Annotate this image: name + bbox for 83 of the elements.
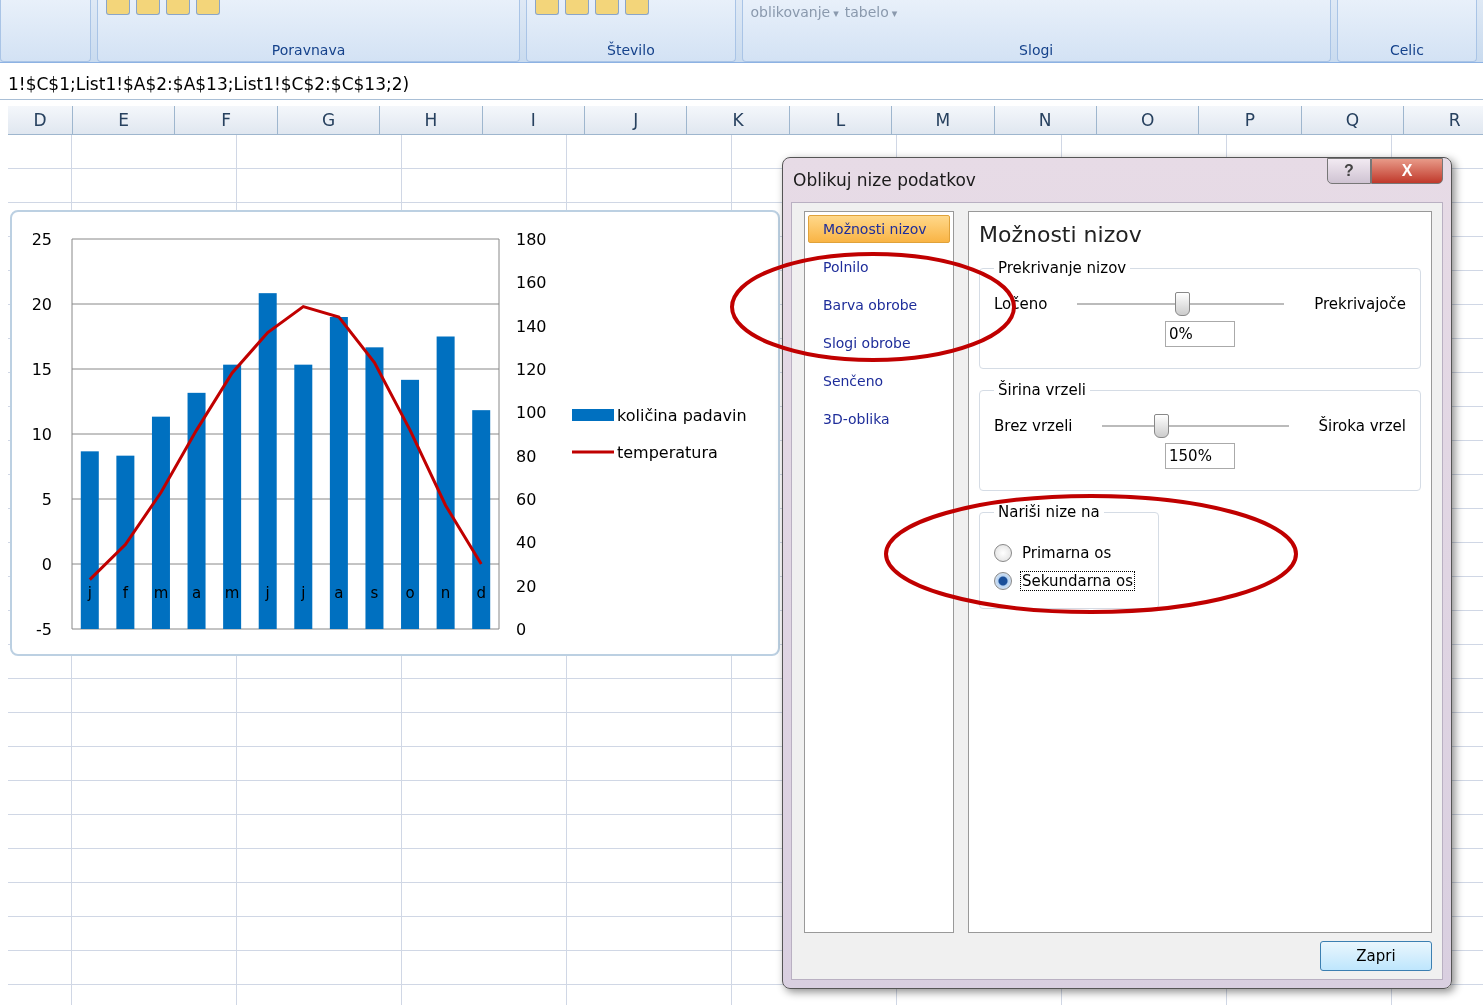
section-heading: Možnosti nizov [979,222,1143,247]
axis-tick-label: 15 [31,360,52,379]
column-header[interactable]: K [687,106,790,134]
category-label: m [224,584,240,602]
chart-area[interactable]: -5 0 5 10 15 20 25 0 20 40 60 80 100 120 140 160 180 j f m a m j j a s o n d količina padavin temperatura [10,210,780,656]
axis-tick-label: 0 [516,620,527,639]
axis-tick-label: -5 [36,620,52,639]
axis-tick-label: 160 [516,273,547,293]
category-item[interactable]: Polnilo [808,253,950,281]
group-label: Število [606,42,656,60]
category-item[interactable]: Barva obrobe [808,291,950,319]
slider-label: Brez vrzeli [994,417,1073,435]
formula-bar[interactable]: 1!$C$1;List1!$A$2:$A$13;List1!$C$2:$C$13;2) [0,69,1483,100]
column-header[interactable]: D [8,106,73,134]
axis-tick-label: 180 [516,230,547,249]
group-label: Širina vrzeli [997,381,1087,399]
toolbar-icon[interactable] [565,0,590,15]
axis-tick-label: 80 [516,446,537,466]
axis-tick-label: 60 [516,490,537,509]
category-label: a [191,584,202,602]
column-header[interactable]: P [1199,106,1302,134]
column-header[interactable]: O [1096,106,1200,134]
window-title: Oblikuj nize podatkov [793,170,976,190]
category-item[interactable]: Možnosti nizov [808,215,950,243]
category-label: o [405,584,415,602]
category-label: n [440,584,451,602]
radio-option[interactable]: Primarna os [994,543,1144,563]
group-label: Prekrivanje nizov [997,259,1128,277]
column-header[interactable]: E [73,106,176,134]
toolbar-icon[interactable] [625,0,650,15]
legend-swatch [572,409,614,421]
slider-label: Prekrivajoče [1314,295,1406,313]
toolbar-icon[interactable] [165,0,190,15]
axis-tick-label: 40 [516,533,537,553]
axis-tick-label: 20 [31,295,52,314]
slider-thumb[interactable] [1174,292,1190,316]
column-header[interactable]: M [892,106,995,134]
group-label: Nariši nize na [997,503,1101,521]
category-label: j [301,584,306,602]
category-item[interactable]: Slogi obrobe [808,329,950,357]
group-label: Poravnava [270,42,347,60]
category-label: m [153,584,169,602]
axis-tick-label: 140 [516,316,547,336]
category-label: s [370,584,379,602]
toolbar-icon[interactable] [105,0,130,15]
group-label: Slogi [1018,42,1055,60]
category-item[interactable]: Senčeno [808,367,950,395]
help-button[interactable]: ? [1327,158,1371,184]
column-header[interactable]: Q [1301,106,1405,134]
legend-swatch [572,450,614,454]
axis-tick-label: 20 [516,576,537,596]
axis-tick-label: 5 [41,490,52,509]
legend-label: temperatura [617,443,718,462]
column-header[interactable]: H [380,106,483,134]
column-header[interactable]: R [1404,106,1483,134]
group-label: Celic [1388,42,1425,60]
axis-tick-label: 100 [516,403,547,423]
slider-label: Široka vrzel [1318,417,1406,435]
column-header[interactable]: I [482,106,585,134]
toolbar-icon[interactable] [135,0,160,15]
axis-tick-label: 10 [31,425,52,444]
column-header[interactable]: N [994,106,1097,134]
column-header[interactable]: J [584,106,688,134]
category-label: j [87,584,92,602]
column-header[interactable]: L [789,106,893,134]
category-label: a [334,584,344,602]
toolbar-icon[interactable] [195,0,220,15]
axis-tick-label: 25 [31,230,52,249]
slider-thumb[interactable] [1154,414,1170,438]
value-field[interactable]: 150% [1165,443,1235,469]
value-field[interactable]: 0% [1165,321,1235,347]
toolbar-icon[interactable] [595,0,620,15]
axis-tick-label: 120 [516,360,547,379]
toolbar-icon[interactable] [535,0,560,15]
category-label: d [476,584,486,602]
axis-tick-label: 0 [41,555,52,574]
category-item[interactable]: 3D-oblika [808,405,950,433]
legend-label: količina padavin [617,406,747,425]
column-header[interactable]: F [175,106,278,134]
category-label: j [265,584,270,602]
column-header[interactable]: G [277,106,381,134]
close-dialog-button[interactable]: Zapri [1320,941,1432,971]
category-label: f [122,584,128,602]
